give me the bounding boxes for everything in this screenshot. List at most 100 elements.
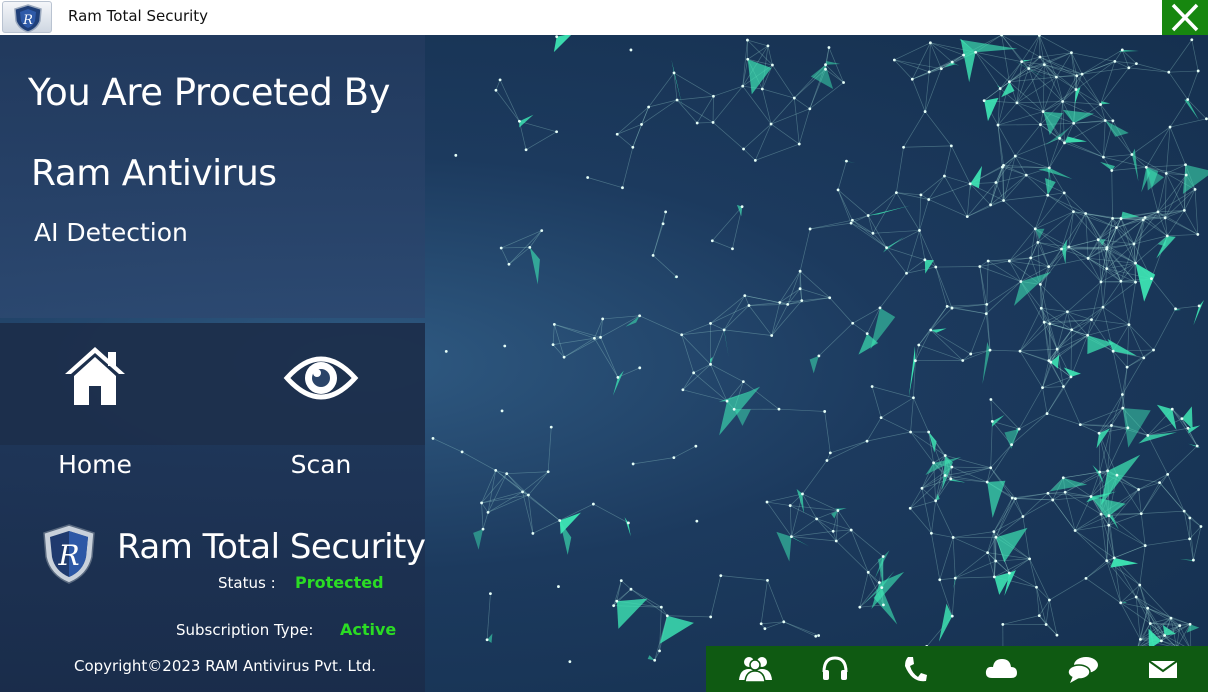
network-link <box>824 411 831 453</box>
network-node <box>1035 585 1038 589</box>
network-node <box>917 343 921 347</box>
network-node <box>1060 247 1063 251</box>
network-node <box>546 470 550 474</box>
network-node <box>1041 110 1045 113</box>
network-link <box>600 337 619 378</box>
network-node <box>1046 491 1050 495</box>
network-node <box>945 304 949 308</box>
network-node <box>760 87 764 91</box>
network-node <box>1084 212 1088 215</box>
network-link <box>1159 474 1168 483</box>
network-node <box>769 122 773 126</box>
network-link <box>1187 70 1199 100</box>
network-node <box>454 153 458 157</box>
headline: You Are Proceted By <box>28 71 390 114</box>
network-link <box>1029 558 1037 588</box>
scan-button[interactable]: Scan <box>266 340 376 490</box>
network-link <box>1003 200 1036 230</box>
network-node <box>766 44 770 48</box>
network-node <box>1139 512 1143 516</box>
network-link <box>1085 213 1099 240</box>
network-link <box>919 230 926 260</box>
network-triangle <box>473 529 484 550</box>
product-name: Ram Antivirus <box>31 153 277 194</box>
network-link <box>955 560 996 579</box>
network-triangle <box>625 315 640 327</box>
network-link <box>1063 386 1081 425</box>
network-triangle <box>1187 425 1201 434</box>
network-link <box>836 529 852 542</box>
network-node <box>962 53 965 57</box>
network-node <box>1041 386 1044 390</box>
network-link <box>1020 257 1032 282</box>
network-node <box>1178 624 1182 628</box>
network-link <box>880 397 914 418</box>
network-node <box>798 287 802 291</box>
network-link <box>1012 492 1049 499</box>
network-node <box>1063 141 1066 145</box>
support-button[interactable] <box>800 646 870 692</box>
network-link <box>770 108 810 125</box>
network-node <box>591 502 595 506</box>
call-button[interactable] <box>880 646 950 692</box>
network-node <box>949 477 953 481</box>
network-node <box>934 265 938 269</box>
network-node <box>1001 623 1005 626</box>
network-node <box>1047 359 1051 363</box>
network-node <box>1121 406 1125 410</box>
network-link <box>1047 192 1065 196</box>
network-node <box>1038 282 1042 286</box>
network-link <box>1116 474 1142 514</box>
network-node <box>658 649 661 653</box>
network-node <box>1021 515 1025 518</box>
network-node <box>1196 69 1200 73</box>
network-link <box>661 606 668 616</box>
network-link <box>1001 35 1041 58</box>
network-node <box>994 181 998 184</box>
cloud-button[interactable] <box>966 646 1036 692</box>
network-node <box>552 322 556 326</box>
network-link <box>487 494 529 513</box>
network-link <box>951 466 991 469</box>
network-node <box>601 317 605 321</box>
network-node <box>1134 62 1138 66</box>
network-node <box>842 81 845 84</box>
network-link <box>755 123 772 161</box>
network-triangle <box>841 160 856 163</box>
network-node <box>503 344 507 348</box>
home-button[interactable]: Home <box>40 340 150 490</box>
chat-button[interactable] <box>1048 646 1118 692</box>
network-link <box>1026 174 1048 196</box>
network-node <box>1105 247 1109 251</box>
network-node <box>1036 240 1040 244</box>
network-node <box>527 493 530 497</box>
network-node <box>881 555 885 558</box>
network-link <box>1143 349 1154 359</box>
network-triangle <box>908 346 916 398</box>
network-link <box>486 593 491 640</box>
network-node <box>1134 595 1138 599</box>
network-node <box>725 399 729 403</box>
network-link <box>798 108 811 145</box>
community-button[interactable] <box>720 646 790 692</box>
network-node <box>672 71 676 75</box>
network-node <box>866 214 870 217</box>
network-link <box>1169 99 1189 128</box>
close-button[interactable] <box>1162 0 1208 35</box>
network-link <box>1128 282 1136 325</box>
network-link <box>1145 538 1190 546</box>
network-link <box>1169 126 1186 165</box>
network-link <box>928 42 931 72</box>
network-link <box>1049 599 1058 636</box>
network-node <box>943 174 946 178</box>
network-link <box>1048 334 1088 361</box>
network-node <box>540 229 544 232</box>
mail-button[interactable] <box>1128 646 1198 692</box>
network-node <box>790 535 793 539</box>
network-link <box>1042 387 1048 414</box>
network-link <box>1015 498 1024 517</box>
network-node <box>1106 469 1110 473</box>
network-link <box>1116 219 1144 228</box>
network-node <box>1146 606 1150 610</box>
network-node <box>771 63 774 67</box>
